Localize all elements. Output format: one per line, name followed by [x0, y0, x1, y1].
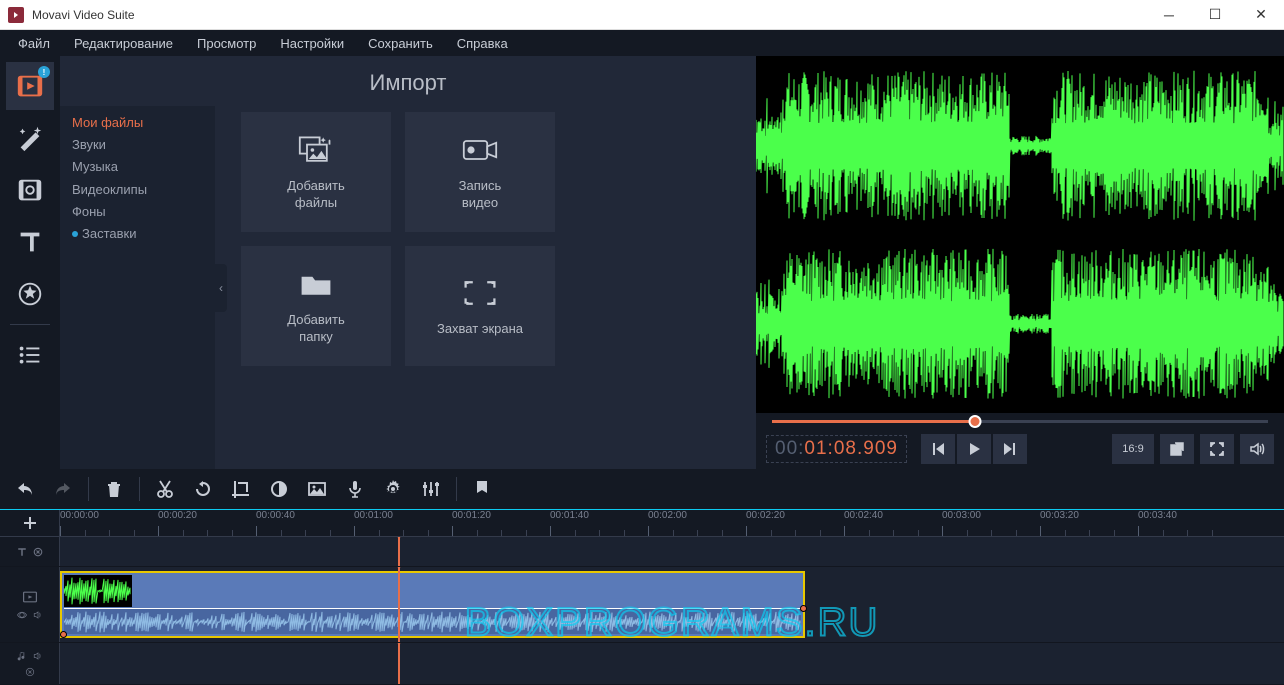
color-button[interactable]: [262, 474, 296, 504]
redo-button: [46, 474, 80, 504]
tile-add-folder[interactable]: Добавитьпапку: [241, 246, 391, 366]
clip-fade-right-handle[interactable]: [800, 605, 807, 612]
center-panel: Импорт Мои файлыЗвукиМузыкаВидеоклипыФон…: [60, 56, 756, 469]
video-track-body[interactable]: BOXPROGRAMS.RU: [60, 567, 1284, 642]
crop-button[interactable]: [224, 474, 258, 504]
rail-list-button[interactable]: [6, 331, 54, 379]
equalizer-button[interactable]: [414, 474, 448, 504]
window-maximize-button[interactable]: ☐: [1192, 0, 1238, 29]
ruler-tick: 00:02:40: [844, 510, 883, 521]
window-title: Movavi Video Suite: [32, 8, 1146, 22]
title-track: [0, 537, 1284, 567]
video-track: BOXPROGRAMS.RU: [0, 567, 1284, 643]
ruler-tick: 00:01:00: [354, 510, 393, 521]
next-frame-button[interactable]: [993, 434, 1027, 464]
panel-heading: Импорт: [60, 56, 756, 106]
window-titlebar: Movavi Video Suite ─ ☐ ✕: [0, 0, 1284, 30]
menubar: ФайлРедактированиеПросмотрНастройкиСохра…: [0, 30, 1284, 56]
waveform-channel-left: [756, 58, 1284, 234]
tile-record-video[interactable]: Записьвидео: [405, 112, 555, 232]
ruler-tick: 00:01:20: [452, 510, 491, 521]
detach-preview-button[interactable]: [1160, 434, 1194, 464]
ruler-tick: 00:01:40: [550, 510, 589, 521]
menu-сохранить[interactable]: Сохранить: [356, 32, 445, 55]
menu-файл[interactable]: Файл: [6, 32, 62, 55]
app-icon: [8, 7, 24, 23]
gear-button[interactable]: [376, 474, 410, 504]
title-track-body[interactable]: [60, 537, 1284, 566]
audio-track-body[interactable]: [60, 643, 1284, 684]
rail-import-button[interactable]: !: [6, 62, 54, 110]
edit-toolbar: [0, 469, 1284, 509]
add-track-button[interactable]: [0, 510, 60, 536]
video-clip[interactable]: [60, 571, 805, 638]
rotate-button[interactable]: [186, 474, 220, 504]
clip-fade-left-handle[interactable]: [60, 631, 67, 638]
ruler-tick: 00:03:40: [1138, 510, 1177, 521]
menu-редактирование[interactable]: Редактирование: [62, 32, 185, 55]
waveform-view: [756, 56, 1284, 413]
window-close-button[interactable]: ✕: [1238, 0, 1284, 29]
preview-controls: 00:01:08.909 16:9: [756, 429, 1284, 469]
menu-справка[interactable]: Справка: [445, 32, 520, 55]
rail-magic-wand-button[interactable]: [6, 114, 54, 162]
volume-button[interactable]: [1240, 434, 1274, 464]
timeline: 00:00:00 00:00:20 00:00:40 00:01:00 00:01:20…: [0, 509, 1284, 685]
mic-button[interactable]: [338, 474, 372, 504]
play-button[interactable]: [957, 434, 991, 464]
ruler-tick: 00:00:00: [60, 510, 99, 521]
cut-button[interactable]: [148, 474, 182, 504]
tile-screen-capture[interactable]: Захват экрана: [405, 246, 555, 366]
timecode-prefix: 00:: [775, 438, 804, 459]
prev-frame-button[interactable]: [921, 434, 955, 464]
audio-track: [0, 643, 1284, 685]
ruler-tick: 00:00:20: [158, 510, 197, 521]
ruler-tick: 00:00:40: [256, 510, 295, 521]
rail-titles-button[interactable]: [6, 218, 54, 266]
picture-button[interactable]: [300, 474, 334, 504]
ruler-tick: 00:02:00: [648, 510, 687, 521]
delete-button[interactable]: [97, 474, 131, 504]
tile-add-files[interactable]: Добавитьфайлы: [241, 112, 391, 232]
menu-просмотр[interactable]: Просмотр: [185, 32, 268, 55]
ruler-tick: 00:03:20: [1040, 510, 1079, 521]
sidebar-item-4[interactable]: Фоны: [60, 201, 215, 223]
import-sidebar: Мои файлыЗвукиМузыкаВидеоклипыФоныЗастав…: [60, 106, 215, 469]
marker-button[interactable]: [465, 474, 499, 504]
waveform-channel-right: [756, 236, 1284, 412]
sidebar-item-2[interactable]: Музыка: [60, 156, 215, 178]
menu-настройки[interactable]: Настройки: [268, 32, 356, 55]
sidebar-item-5[interactable]: Заставки: [60, 223, 215, 245]
title-track-head[interactable]: [0, 537, 60, 566]
ruler-tick: 00:03:00: [942, 510, 981, 521]
rail-filters-button[interactable]: [6, 166, 54, 214]
sidebar-item-1[interactable]: Звуки: [60, 134, 215, 156]
scrub-bar[interactable]: [756, 413, 1284, 429]
window-minimize-button[interactable]: ─: [1146, 0, 1192, 29]
sidebar-collapse-handle[interactable]: ‹: [215, 264, 227, 312]
preview-panel: 00:01:08.909 16:9: [756, 56, 1284, 469]
timecode-active: 01:08.909: [804, 438, 898, 459]
sidebar-item-3[interactable]: Видеоклипы: [60, 179, 215, 201]
timecode-display[interactable]: 00:01:08.909: [766, 435, 907, 463]
rail-stickers-button[interactable]: [6, 270, 54, 318]
sidebar-item-0[interactable]: Мои файлы: [60, 112, 215, 134]
left-tool-rail: !: [0, 56, 60, 469]
ruler-tick: 00:02:20: [746, 510, 785, 521]
undo-button[interactable]: [8, 474, 42, 504]
video-track-head[interactable]: [0, 567, 60, 642]
audio-track-head[interactable]: [0, 643, 60, 684]
import-tiles: ДобавитьфайлыЗаписьвидеоДобавитьпапкуЗах…: [215, 106, 756, 469]
aspect-ratio-button[interactable]: 16:9: [1112, 434, 1154, 464]
fullscreen-button[interactable]: [1200, 434, 1234, 464]
timeline-ruler[interactable]: 00:00:00 00:00:20 00:00:40 00:01:00 00:01:20…: [60, 510, 1284, 536]
